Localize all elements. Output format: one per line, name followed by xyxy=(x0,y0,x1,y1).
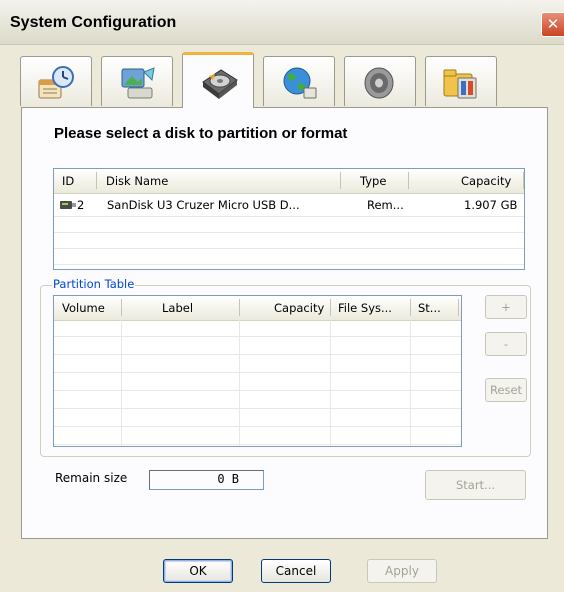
cancel-button[interactable]: Cancel xyxy=(261,559,331,583)
column-header-status[interactable]: St... xyxy=(418,301,441,315)
tab-system[interactable] xyxy=(425,56,497,106)
partition-table-header: Volume Label Capacity File Sys... St... xyxy=(54,296,461,321)
disk-id: 2 xyxy=(77,198,85,212)
disk-list-header: ID Disk Name Type Capacity xyxy=(54,169,524,194)
window-title: System Configuration xyxy=(10,14,177,31)
tab-disk[interactable] xyxy=(182,52,254,108)
remain-size-label: Remain size xyxy=(55,471,128,485)
reset-button[interactable]: Reset xyxy=(485,378,527,402)
column-header-file-system[interactable]: File Sys... xyxy=(338,301,392,315)
table-row[interactable]: 2 SanDisk U3 Cruzer Micro USB D... Rem..… xyxy=(54,194,524,216)
disk-type: Rem... xyxy=(367,198,404,212)
column-header-id[interactable]: ID xyxy=(62,174,74,188)
column-header-disk-name[interactable]: Disk Name xyxy=(106,174,168,188)
column-header-type[interactable]: Type xyxy=(360,174,386,188)
partition-table-label: Partition Table xyxy=(52,277,136,291)
speaker-icon xyxy=(364,67,394,99)
title-bar: System Configuration ✕ xyxy=(0,0,564,45)
column-header-label[interactable]: Label xyxy=(162,301,193,315)
display-icon xyxy=(121,67,155,99)
tab-schedule[interactable] xyxy=(20,56,92,106)
column-header-capacity[interactable]: Capacity xyxy=(461,174,511,188)
system-configuration-window: System Configuration ✕ Please select a d… xyxy=(0,0,564,592)
close-icon: ✕ xyxy=(546,15,560,33)
close-button[interactable]: ✕ xyxy=(541,12,564,37)
column-header-volume[interactable]: Volume xyxy=(62,301,105,315)
remove-partition-button[interactable]: - xyxy=(485,332,527,356)
page-title: Please select a disk to partition or for… xyxy=(54,125,348,142)
tab-sound[interactable] xyxy=(344,56,416,106)
column-header-capacity[interactable]: Capacity xyxy=(274,301,324,315)
partition-table[interactable]: Volume Label Capacity File Sys... St... xyxy=(53,295,462,447)
disk-capacity: 1.907 GB xyxy=(464,198,518,212)
disk-name: SanDisk U3 Cruzer Micro USB D... xyxy=(107,198,300,212)
network-globe-icon xyxy=(283,67,317,99)
tab-network[interactable] xyxy=(263,56,335,106)
usb-drive-icon xyxy=(60,201,76,209)
start-button[interactable]: Start... xyxy=(425,470,526,500)
system-folder-icon xyxy=(443,69,477,99)
disk-tab-panel: Please select a disk to partition or for… xyxy=(21,107,548,539)
remain-size-field: 0 B xyxy=(149,470,264,490)
apply-button[interactable]: Apply xyxy=(367,559,437,583)
tab-display[interactable] xyxy=(101,56,173,106)
add-partition-button[interactable]: + xyxy=(485,295,527,319)
disk-list[interactable]: ID Disk Name Type Capacity 2 SanDisk U3 … xyxy=(53,168,525,270)
hard-disk-icon xyxy=(202,69,238,99)
scheduled-task-icon xyxy=(38,66,74,99)
ok-button[interactable]: OK xyxy=(163,559,233,583)
